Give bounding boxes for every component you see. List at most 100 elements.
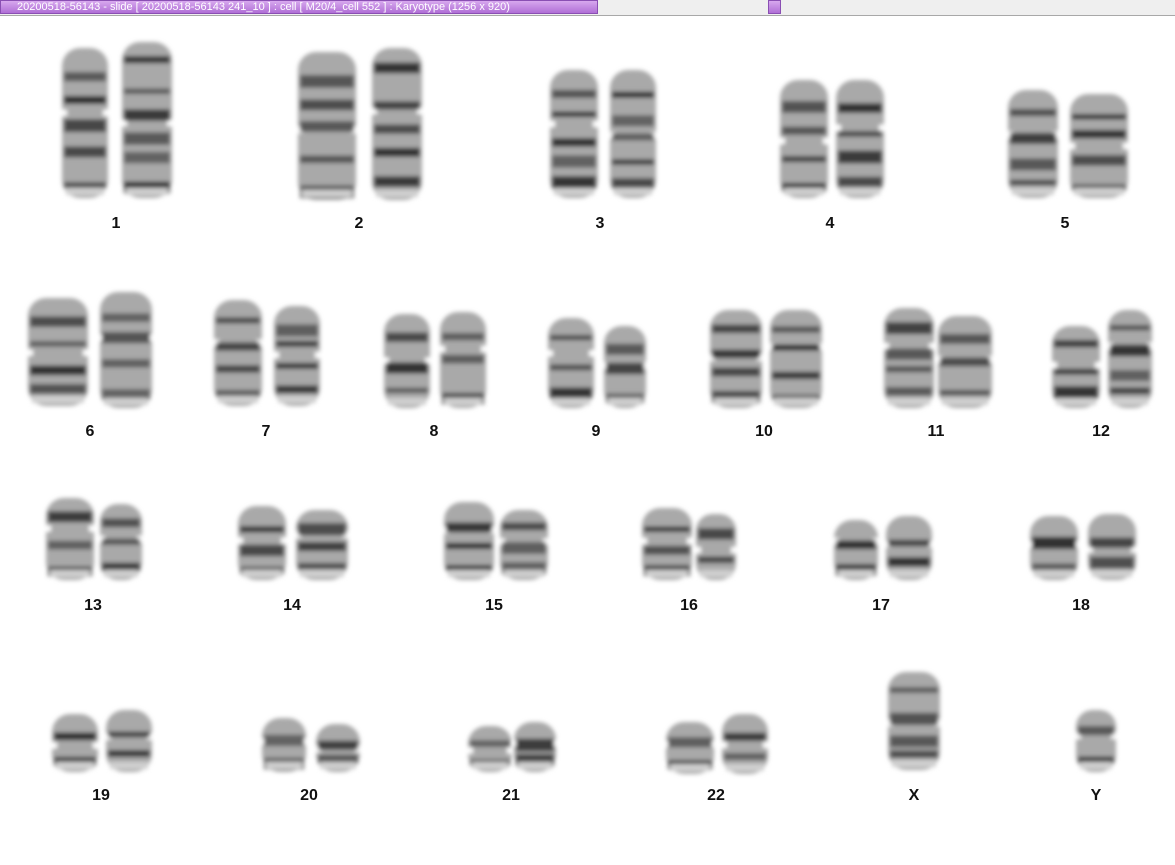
- chromosome-band: [612, 91, 654, 98]
- chromosome-band: [30, 383, 86, 394]
- chromosome-pair-17: [832, 516, 934, 580]
- chromosome-band: [108, 731, 150, 738]
- chromatid: [104, 710, 154, 772]
- chromosome-band: [124, 151, 170, 164]
- chromosome-band: [552, 111, 596, 117]
- chromosome-band: [888, 539, 930, 547]
- chromosome-band: [30, 316, 86, 327]
- chromatid: [50, 714, 100, 772]
- chromosome-band: [1054, 386, 1098, 399]
- chromosome-band: [216, 342, 260, 351]
- chromosome-pair-9: [546, 318, 648, 408]
- chromosome-pair-18: [1028, 514, 1138, 580]
- chromosome-label-13: 13: [84, 597, 102, 614]
- chromosome-band: [298, 541, 346, 552]
- chromosome-band: [102, 331, 150, 344]
- chromatid: [1086, 514, 1138, 580]
- chromosome-band: [838, 176, 882, 187]
- chromosome-band: [124, 88, 170, 95]
- chromosome-band: [1072, 155, 1126, 166]
- chromosome-band: [890, 687, 938, 693]
- chromatid: [882, 308, 936, 408]
- chromosome-pair-22: [664, 714, 770, 774]
- chromosome-band: [886, 365, 932, 373]
- chromosome-band: [1010, 179, 1056, 186]
- chromosome-band: [890, 735, 938, 748]
- chromatid: [1068, 94, 1130, 198]
- chromosome-band: [772, 371, 820, 380]
- chromosome-label-1: 1: [111, 215, 121, 232]
- chromosome-band: [550, 387, 592, 399]
- chromatid-body: [780, 80, 828, 198]
- chromosome-band: [386, 387, 428, 393]
- chromosome-band: [890, 712, 938, 725]
- chromatid: [120, 42, 174, 198]
- chromosome-label-21: 21: [502, 787, 520, 804]
- chromosome-band: [886, 387, 932, 396]
- chromosome-band: [1110, 370, 1150, 381]
- chromatid: [44, 498, 96, 580]
- chromosome-band: [64, 182, 106, 188]
- chromosome-band: [216, 317, 260, 324]
- chromosome-band: [124, 109, 170, 121]
- chromatid: [466, 726, 514, 772]
- chromatid: [212, 300, 264, 406]
- chromosome-band: [502, 542, 546, 554]
- chromosome-label-17: 17: [872, 597, 890, 614]
- chromosome-pair-3: [548, 70, 658, 198]
- chromosome-label-3: 3: [595, 215, 605, 232]
- chromosome-band: [386, 362, 428, 374]
- chromosome-band: [940, 390, 990, 396]
- chromosome-band: [446, 542, 492, 550]
- chromosome-label-11: 11: [927, 423, 945, 440]
- chromosome-band: [838, 103, 882, 113]
- chromosome-pair-7: [212, 300, 322, 406]
- chromosome-pair-15: [442, 502, 550, 580]
- chromosome-band: [698, 556, 734, 564]
- chromosome-band: [374, 124, 420, 134]
- chromosome-pair-1: [60, 42, 174, 198]
- chromosome-band: [124, 56, 170, 64]
- chromatid: [236, 506, 288, 580]
- chromosome-band: [1090, 556, 1134, 569]
- chromosome-band: [216, 365, 260, 373]
- chromosome-band: [30, 341, 86, 347]
- chromosome-band: [668, 737, 712, 748]
- chromatid: [26, 298, 90, 406]
- chromosome-band: [552, 138, 596, 147]
- chromosome-band: [838, 130, 882, 137]
- chromosome-band: [1072, 129, 1126, 139]
- chromosome-label-12: 12: [1092, 423, 1110, 440]
- chromosome-band: [1110, 325, 1150, 331]
- chromatid: [1028, 516, 1080, 580]
- chromatid: [768, 310, 824, 408]
- chromosome-band: [940, 333, 990, 344]
- chromosome-band: [374, 62, 420, 74]
- chromosome-band: [1078, 725, 1114, 736]
- chromosome-label-5: 5: [1060, 215, 1070, 232]
- chromosome-band: [552, 155, 596, 168]
- chromosome-pair-16: [640, 508, 738, 580]
- chromatid: [834, 80, 886, 198]
- chromatid: [546, 318, 596, 408]
- chromosome-pair-5: [1006, 90, 1130, 198]
- chromosome-band: [1032, 536, 1076, 550]
- chromosome-band: [772, 326, 820, 333]
- chromatid: [60, 48, 110, 198]
- chromatid: [498, 510, 550, 580]
- chromatid: [260, 718, 308, 772]
- chromosome-pair-6: [26, 292, 154, 408]
- chromosome-band: [48, 540, 92, 550]
- chromosome-label-X: X: [908, 787, 920, 804]
- chromatid: [778, 80, 830, 198]
- chromosome-band: [30, 365, 86, 376]
- chromosome-label-20: 20: [300, 787, 318, 804]
- chromosome-band: [386, 332, 428, 342]
- chromosome-band: [612, 159, 654, 165]
- chromosome-band: [446, 565, 492, 571]
- chromosome-label-Y: Y: [1090, 787, 1102, 804]
- chromosome-band: [552, 89, 596, 99]
- chromosome-band: [102, 538, 140, 545]
- chromosome-band: [300, 99, 354, 111]
- chromosome-pair-21: [466, 722, 558, 772]
